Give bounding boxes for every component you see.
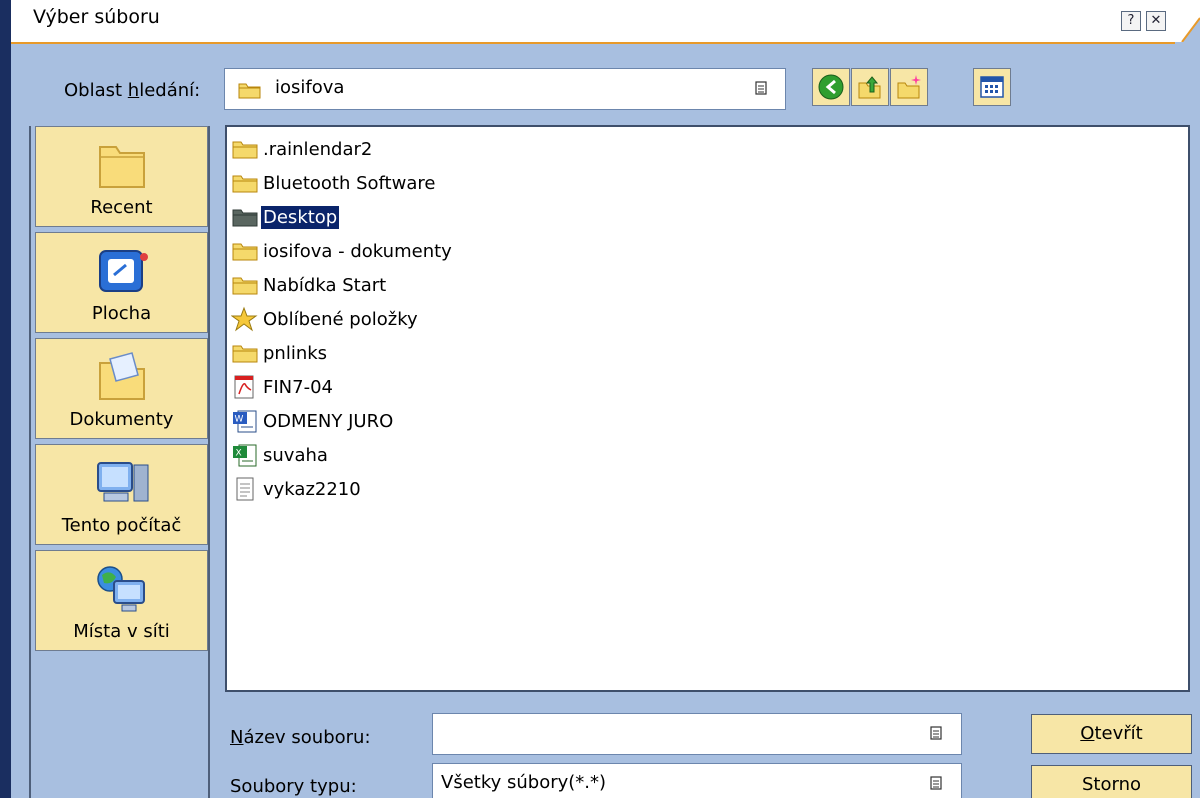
- up-folder-button[interactable]: [851, 68, 889, 106]
- folder-icon: [232, 209, 258, 227]
- svg-text:X: X: [236, 449, 242, 459]
- file-name: Desktop: [259, 204, 341, 230]
- place-desktop[interactable]: Plocha: [35, 232, 208, 333]
- folder-icon: [232, 277, 258, 295]
- close-button[interactable]: ✕: [1146, 11, 1166, 31]
- file-item[interactable]: Nabídka Start: [231, 269, 388, 301]
- documents-icon: [99, 352, 145, 400]
- place-network[interactable]: Místa v síti: [35, 550, 208, 651]
- file-name: ODMENY JURO: [263, 410, 394, 432]
- lookin-label-text: Oblast: [64, 80, 128, 101]
- file-item[interactable]: iosifova - dokumenty: [231, 235, 454, 267]
- filename-label-text: ázev souboru:: [243, 727, 371, 748]
- window-left-edge: [0, 0, 11, 798]
- filename-label: Název souboru:: [230, 727, 371, 748]
- place-my-computer[interactable]: Tento počítač: [35, 444, 208, 545]
- file-name: Bluetooth Software: [263, 172, 436, 194]
- place-label: Recent: [90, 197, 153, 218]
- dropdown-icon[interactable]: [930, 776, 942, 790]
- folder-icon: [232, 345, 258, 363]
- folder-icon: [99, 146, 145, 188]
- pdf-icon: [234, 375, 254, 399]
- place-label: Dokumenty: [69, 409, 174, 430]
- file-item[interactable]: W ODMENY JURO: [231, 405, 395, 437]
- file-open-dialog: Výber súboru ? ✕ Oblast hledání: iosifov…: [0, 0, 1200, 798]
- file-name: Nabídka Start: [263, 274, 387, 296]
- computer-icon: [97, 462, 149, 502]
- excel-icon: X: [233, 444, 257, 467]
- new-folder-icon: [897, 75, 921, 99]
- lookin-label: Oblast hledání:: [64, 80, 200, 101]
- folder-icon: [232, 141, 258, 159]
- filename-label-accesskey: N: [230, 727, 244, 748]
- file-name: pnlinks: [263, 342, 328, 364]
- title-bar[interactable]: Výber súboru ? ✕: [0, 0, 1200, 44]
- svg-text:W: W: [235, 415, 244, 425]
- file-item[interactable]: X suvaha: [231, 439, 330, 471]
- file-list[interactable]: .rainlendar2 Bluetooth Software Desktop …: [225, 125, 1190, 692]
- file-name: FIN7-04: [263, 376, 333, 398]
- folder-icon: [232, 175, 258, 193]
- lookin-label-accesskey: h: [127, 80, 140, 101]
- filename-input[interactable]: [432, 713, 962, 755]
- view-menu-button[interactable]: [973, 68, 1011, 106]
- file-item[interactable]: Oblíbené položky: [231, 303, 420, 335]
- file-item[interactable]: FIN7-04: [231, 371, 335, 403]
- file-name: vykaz2210: [263, 478, 361, 500]
- file-name: suvaha: [263, 444, 328, 466]
- place-label: Tento počítač: [61, 515, 182, 536]
- open-button-label: tevřít: [1094, 723, 1143, 744]
- places-bar: Recent Plocha Dokumenty Tento počítač Mí…: [29, 126, 210, 798]
- folder-icon: [232, 243, 258, 261]
- view-menu-icon: [980, 76, 1004, 98]
- place-documents[interactable]: Dokumenty: [35, 338, 208, 439]
- file-item-selected[interactable]: Desktop: [231, 201, 341, 233]
- dropdown-icon[interactable]: [755, 81, 767, 95]
- lookin-value: iosifova: [275, 77, 345, 98]
- open-button[interactable]: Otevřít: [1031, 714, 1192, 754]
- network-icon: [97, 566, 145, 612]
- filetype-select[interactable]: Všetky súbory(*.*): [432, 763, 962, 798]
- dialog-title: Výber súboru: [33, 6, 160, 28]
- up-folder-icon: [858, 76, 881, 99]
- back-button[interactable]: [812, 68, 850, 106]
- text-file-icon: [236, 477, 254, 501]
- help-button[interactable]: ?: [1121, 11, 1141, 31]
- cancel-button[interactable]: Storno: [1031, 765, 1192, 798]
- filetype-value: Všetky súbory(*.*): [441, 772, 607, 793]
- lookin-label-text-end: ledání:: [139, 80, 201, 101]
- file-item[interactable]: Bluetooth Software: [231, 167, 437, 199]
- lookin-combo[interactable]: iosifova: [224, 68, 786, 110]
- desktop-icon: [99, 250, 148, 292]
- open-button-accesskey: O: [1080, 723, 1095, 744]
- file-name: iosifova - dokumenty: [263, 240, 452, 262]
- favorites-star-icon: [231, 306, 258, 332]
- file-item[interactable]: .rainlendar2: [231, 133, 374, 165]
- place-label: Plocha: [91, 303, 152, 324]
- title-area: Výber súboru: [11, 0, 1175, 44]
- file-name: .rainlendar2: [263, 138, 373, 160]
- file-item[interactable]: pnlinks: [231, 337, 329, 369]
- title-accent-stripe: [1160, 0, 1200, 42]
- file-item[interactable]: vykaz2210: [231, 473, 363, 505]
- folder-icon: [238, 83, 261, 99]
- filetype-label: Soubory typu:: [230, 776, 357, 797]
- new-folder-button[interactable]: [890, 68, 928, 106]
- back-arrow-icon: [818, 74, 844, 100]
- dropdown-icon[interactable]: [930, 726, 942, 740]
- file-name: Oblíbené položky: [263, 308, 418, 330]
- word-doc-icon: W: [233, 410, 257, 433]
- place-label: Místa v síti: [73, 621, 170, 642]
- place-recent[interactable]: Recent: [35, 126, 208, 227]
